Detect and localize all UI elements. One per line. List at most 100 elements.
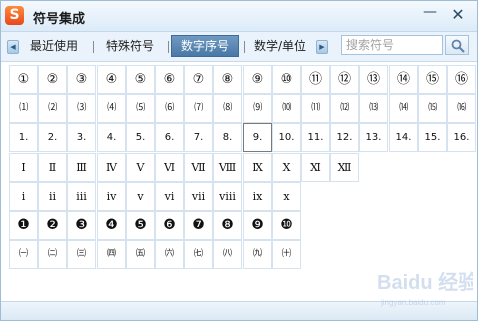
symbol-cell[interactable]: ⑷ bbox=[97, 94, 126, 123]
tab-math-units[interactable]: 数学/单位 bbox=[249, 36, 311, 56]
symbol-cell[interactable]: ⒃ bbox=[447, 94, 476, 123]
symbol-cell[interactable]: ❹ bbox=[97, 211, 126, 240]
symbol-cell[interactable]: ❻ bbox=[155, 211, 184, 240]
symbol-cell[interactable]: 12. bbox=[330, 123, 359, 152]
symbol-cell[interactable]: ⅳ bbox=[97, 182, 126, 211]
symbol-cell[interactable]: ❿ bbox=[272, 211, 301, 240]
scroll-left-arrow-icon[interactable]: ◀ bbox=[7, 40, 19, 54]
symbol-cell[interactable]: Ⅲ bbox=[67, 153, 96, 182]
symbol-cell[interactable]: ㈤ bbox=[126, 240, 155, 269]
symbol-cell[interactable]: Ⅸ bbox=[243, 153, 272, 182]
symbol-cell[interactable]: ⑮ bbox=[418, 65, 447, 94]
scroll-right-arrow-icon[interactable]: ▶ bbox=[316, 40, 328, 54]
symbol-cell[interactable]: 8. bbox=[213, 123, 242, 152]
symbol-cell[interactable]: ⑺ bbox=[184, 94, 213, 123]
symbol-cell[interactable]: ④ bbox=[97, 65, 126, 94]
symbol-cell[interactable]: ① bbox=[9, 65, 38, 94]
symbol-cell[interactable]: ㈦ bbox=[184, 240, 213, 269]
symbol-cell[interactable]: ⑽ bbox=[272, 94, 301, 123]
symbol-cell[interactable]: ⑵ bbox=[38, 94, 67, 123]
minimize-button[interactable]: — bbox=[419, 2, 441, 22]
symbol-cell[interactable]: ⅸ bbox=[243, 182, 272, 211]
tab-special-symbols[interactable]: 特殊符号 bbox=[99, 36, 161, 56]
symbol-cell[interactable]: ❼ bbox=[184, 211, 213, 240]
symbol-cell[interactable]: ❶ bbox=[9, 211, 38, 240]
close-button[interactable]: ✕ bbox=[447, 5, 469, 25]
symbol-cell[interactable]: ⑿ bbox=[330, 94, 359, 123]
symbol-cell[interactable]: ㈥ bbox=[155, 240, 184, 269]
symbol-cell[interactable]: Ⅱ bbox=[38, 153, 67, 182]
symbol-cell[interactable]: ⑶ bbox=[67, 94, 96, 123]
search-input[interactable] bbox=[341, 35, 443, 55]
symbol-cell[interactable]: Ⅳ bbox=[97, 153, 126, 182]
symbol-cell[interactable]: ⅲ bbox=[67, 182, 96, 211]
symbol-cell[interactable]: ⑴ bbox=[9, 94, 38, 123]
symbol-cell[interactable]: 14. bbox=[389, 123, 418, 152]
symbol-cell[interactable]: ② bbox=[38, 65, 67, 94]
symbol-cell[interactable]: ⒂ bbox=[418, 94, 447, 123]
tab-number-sequence[interactable]: 数字序号 bbox=[171, 35, 239, 57]
symbol-cell[interactable]: Ⅶ bbox=[184, 153, 213, 182]
symbol-cell[interactable]: ⅵ bbox=[155, 182, 184, 211]
symbol-cell[interactable]: ㈠ bbox=[9, 240, 38, 269]
symbol-cell[interactable]: ❽ bbox=[213, 211, 242, 240]
symbol-cell[interactable]: ③ bbox=[67, 65, 96, 94]
symbol-cell[interactable]: ❸ bbox=[67, 211, 96, 240]
symbol-cell[interactable]: 1. bbox=[9, 123, 38, 152]
symbol-cell[interactable]: ⑥ bbox=[155, 65, 184, 94]
symbol-cell[interactable]: ⅶ bbox=[184, 182, 213, 211]
symbol-cell[interactable]: ⒁ bbox=[389, 94, 418, 123]
symbol-cell[interactable]: 10. bbox=[272, 123, 301, 152]
symbol-cell[interactable]: ㈡ bbox=[38, 240, 67, 269]
symbol-cell[interactable]: ❺ bbox=[126, 211, 155, 240]
symbol-cell[interactable]: ⑬ bbox=[359, 65, 388, 94]
symbol-cell[interactable]: ⑦ bbox=[184, 65, 213, 94]
symbol-cell[interactable]: ❾ bbox=[243, 211, 272, 240]
symbol-cell[interactable]: ⑤ bbox=[126, 65, 155, 94]
symbol-cell[interactable]: 7. bbox=[184, 123, 213, 152]
symbol-cell[interactable]: 6. bbox=[155, 123, 184, 152]
symbol-cell[interactable]: 3. bbox=[67, 123, 96, 152]
symbol-cell[interactable]: 13. bbox=[359, 123, 388, 152]
symbol-cell[interactable]: ⑯ bbox=[447, 65, 476, 94]
symbol-cell[interactable]: ⅷ bbox=[213, 182, 242, 211]
symbol-cell[interactable]: ⑹ bbox=[155, 94, 184, 123]
symbol-cell[interactable]: 16. bbox=[447, 123, 476, 152]
symbol-cell[interactable]: ⒀ bbox=[359, 94, 388, 123]
symbol-cell[interactable]: ⑸ bbox=[126, 94, 155, 123]
symbol-cell[interactable]: ⑾ bbox=[301, 94, 330, 123]
symbol-cell[interactable]: ㈩ bbox=[272, 240, 301, 269]
symbol-cell[interactable]: ⑻ bbox=[213, 94, 242, 123]
symbol-cell[interactable]: ⑭ bbox=[389, 65, 418, 94]
search-button[interactable] bbox=[445, 35, 469, 55]
symbol-cell[interactable]: ⑼ bbox=[243, 94, 272, 123]
symbol-cell[interactable]: 2. bbox=[38, 123, 67, 152]
symbol-cell[interactable]: 5. bbox=[126, 123, 155, 152]
symbol-cell[interactable]: ㈣ bbox=[97, 240, 126, 269]
symbol-cell[interactable]: Ⅻ bbox=[330, 153, 359, 182]
symbol-cell[interactable]: 11. bbox=[301, 123, 330, 152]
symbol-cell[interactable]: ⅴ bbox=[126, 182, 155, 211]
tab-recent[interactable]: 最近使用 bbox=[23, 36, 85, 56]
symbol-cell[interactable]: ⑩ bbox=[272, 65, 301, 94]
symbol-cell[interactable]: ❷ bbox=[38, 211, 67, 240]
symbol-cell[interactable]: ㈧ bbox=[213, 240, 242, 269]
symbol-cell[interactable]: Ⅴ bbox=[126, 153, 155, 182]
symbol-cell[interactable]: ⑫ bbox=[330, 65, 359, 94]
symbol-cell[interactable]: ⅹ bbox=[272, 182, 301, 211]
symbol-cell[interactable]: Ⅷ bbox=[213, 153, 242, 182]
symbol-cell[interactable]: ㈨ bbox=[243, 240, 272, 269]
symbol-cell[interactable]: Ⅰ bbox=[9, 153, 38, 182]
symbol-cell[interactable]: ⑧ bbox=[213, 65, 242, 94]
symbol-cell[interactable]: ⑪ bbox=[301, 65, 330, 94]
symbol-cell[interactable]: Ⅹ bbox=[272, 153, 301, 182]
symbol-cell[interactable]: ⅰ bbox=[9, 182, 38, 211]
symbol-cell[interactable]: Ⅵ bbox=[155, 153, 184, 182]
symbol-cell[interactable]: ㈢ bbox=[67, 240, 96, 269]
symbol-cell[interactable]: Ⅺ bbox=[301, 153, 330, 182]
symbol-cell[interactable]: ⅱ bbox=[38, 182, 67, 211]
symbol-cell[interactable]: ⑨ bbox=[243, 65, 272, 94]
symbol-cell[interactable]: 4. bbox=[97, 123, 126, 152]
symbol-cell[interactable]: 15. bbox=[418, 123, 447, 152]
symbol-cell[interactable]: 9. bbox=[243, 123, 272, 152]
